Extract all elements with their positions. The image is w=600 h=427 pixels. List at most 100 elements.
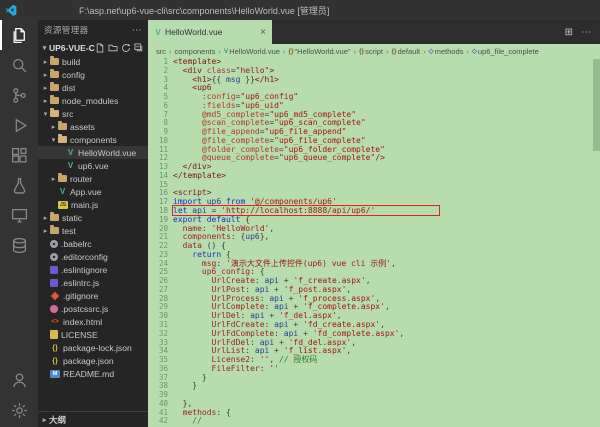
- code-line-36[interactable]: 36 FileFilter: '': [148, 365, 600, 374]
- close-icon[interactable]: ×: [260, 27, 266, 38]
- code-line-42[interactable]: 42 //: [148, 417, 600, 426]
- tree-item-up6-vue[interactable]: Vup6.vue: [38, 159, 148, 172]
- tree-item--babelrc[interactable]: .babelrc: [38, 237, 148, 250]
- split-editor-icon[interactable]: ⊞: [565, 27, 573, 38]
- code-line-15[interactable]: 15: [148, 181, 600, 190]
- code-token: [173, 224, 183, 233]
- code-token: [173, 259, 202, 268]
- breadcrumb-item[interactable]: VHelloWorld.vue: [224, 47, 280, 56]
- tree-item-assets[interactable]: ▸assets: [38, 120, 148, 133]
- settings-icon[interactable]: [0, 395, 38, 425]
- new-folder-icon[interactable]: [108, 43, 118, 53]
- code-token: name: [183, 224, 202, 233]
- code-token: [173, 408, 183, 417]
- tree-item-package-json[interactable]: {}package.json: [38, 354, 148, 367]
- tree-item-static[interactable]: ▸static: [38, 211, 148, 224]
- code-token: api: [255, 346, 269, 355]
- accounts-icon[interactable]: [0, 365, 38, 395]
- code-editor[interactable]: 1<template>2 <div class="hello">3 <h1>{{…: [148, 58, 600, 427]
- source-control-icon[interactable]: [0, 80, 38, 110]
- breadcrumb-item[interactable]: ◇methods: [429, 47, 464, 56]
- tree-item--eslintignore[interactable]: .eslintignore: [38, 263, 148, 276]
- testing-icon[interactable]: [0, 170, 38, 200]
- tree-item-license[interactable]: LICENSE: [38, 328, 148, 341]
- more-actions-icon[interactable]: ⋯: [581, 27, 591, 38]
- tree-item--gitignore[interactable]: .gitignore: [38, 289, 148, 302]
- collapse-all-icon[interactable]: [134, 43, 144, 53]
- tree-item-package-lock-json[interactable]: {}package-lock.json: [38, 341, 148, 354]
- code-token: 'http://localhost:8888/api/up6/': [221, 206, 375, 215]
- breadcrumb-item[interactable]: {}default: [392, 47, 421, 56]
- refresh-icon[interactable]: [121, 43, 131, 53]
- code-token: ,: [346, 346, 351, 355]
- line-number: 2: [148, 67, 173, 76]
- new-file-icon[interactable]: [95, 43, 105, 53]
- chevron-right-icon: ▸: [41, 71, 50, 79]
- extensions-icon[interactable]: [0, 140, 38, 170]
- code-token: />: [375, 153, 385, 162]
- tree-item-main-js[interactable]: JSmain.js: [38, 198, 148, 211]
- editor-actions: ⊞ ⋯: [565, 20, 600, 44]
- run-debug-icon[interactable]: [0, 110, 38, 140]
- breadcrumb-item[interactable]: components: [175, 47, 216, 56]
- project-header[interactable]: ▾ UP6-VUE-CLI: [38, 40, 148, 55]
- code-token: @folder_complete: [202, 145, 279, 154]
- editor-scrollbar[interactable]: [593, 58, 600, 427]
- tree-item-test[interactable]: ▸test: [38, 224, 148, 237]
- tree-item-node-modules[interactable]: ▸node_modules: [38, 94, 148, 107]
- code-token: {{: [212, 75, 226, 84]
- search-icon[interactable]: [0, 50, 38, 80]
- tree-item-router[interactable]: ▸router: [38, 172, 148, 185]
- code-token: 'f_list.aspx': [284, 346, 347, 355]
- code-line-37[interactable]: 37 }: [148, 374, 600, 383]
- gear-icon: [50, 253, 58, 261]
- code-token: [173, 364, 212, 373]
- tree-item-label: .eslintrc.js: [61, 278, 99, 288]
- code-token: [173, 329, 212, 338]
- code-line-38[interactable]: 38 }: [148, 382, 600, 391]
- code-token: :: [202, 224, 212, 233]
- explorer-icon[interactable]: [0, 20, 38, 50]
- scrollbar-thumb[interactable]: [593, 59, 600, 151]
- code-token: UrlFdComplete: [212, 329, 275, 338]
- breadcrumb-item[interactable]: {}"HelloWorld.vue": [288, 47, 350, 56]
- code-token: "up6_queue_complete": [279, 153, 375, 162]
- code-line-41[interactable]: 41 methods: {: [148, 409, 600, 418]
- code-token: [173, 136, 202, 145]
- database-icon[interactable]: [0, 230, 38, 260]
- tree-item-src[interactable]: ▾src: [38, 107, 148, 120]
- breadcrumb-item[interactable]: src: [156, 47, 166, 56]
- tree-item-build[interactable]: ▸build: [38, 55, 148, 68]
- remote-explorer-icon[interactable]: [0, 200, 38, 230]
- tab-helloworld-vue[interactable]: V HelloWorld.vue ×: [148, 20, 272, 44]
- tree-item-readme-md[interactable]: MREADME.md: [38, 367, 148, 380]
- code-token: //: [192, 416, 202, 425]
- code-token: [173, 83, 192, 92]
- tree-item-config[interactable]: ▸config: [38, 68, 148, 81]
- code-token: // 授权码: [279, 355, 317, 364]
- code-line-3[interactable]: 3 <h1>{{ msg }}</h1>: [148, 76, 600, 85]
- code-token: [173, 101, 202, 110]
- tree-item-index-html[interactable]: <>index.html: [38, 315, 148, 328]
- code-token: UrlFdCreate: [212, 320, 265, 329]
- tree-item-label: package-lock.json: [63, 343, 132, 353]
- tree-item-app-vue[interactable]: VApp.vue: [38, 185, 148, 198]
- breadcrumb-item[interactable]: ◇up6_file_complete: [472, 47, 539, 56]
- tree-item--editorconfig[interactable]: .editorconfig: [38, 250, 148, 263]
- tree-item--eslintrc-js[interactable]: .eslintrc.js: [38, 276, 148, 289]
- tree-item-components[interactable]: ▾components: [38, 133, 148, 146]
- breadcrumb-item[interactable]: {}script: [359, 47, 383, 56]
- code-line-39[interactable]: 39: [148, 391, 600, 400]
- tree-item-dist[interactable]: ▸dist: [38, 81, 148, 94]
- breadcrumb-label: "HelloWorld.vue": [294, 47, 350, 56]
- code-token: [173, 118, 202, 127]
- outline-section[interactable]: ▸ 大纲: [38, 411, 148, 427]
- code-line-14[interactable]: 14</template>: [148, 172, 600, 181]
- eslint-icon: [50, 266, 58, 274]
- code-line-12[interactable]: 12 @queue_complete="up6_queue_complete"/…: [148, 154, 600, 163]
- code-token: export: [173, 215, 202, 224]
- more-actions-icon[interactable]: ⋯: [132, 25, 142, 36]
- tree-item--postcssrc-js[interactable]: .postcssrc.js: [38, 302, 148, 315]
- tree-item-helloworld-vue[interactable]: VHelloWorld.vue: [38, 146, 148, 159]
- folder-icon: [50, 227, 59, 234]
